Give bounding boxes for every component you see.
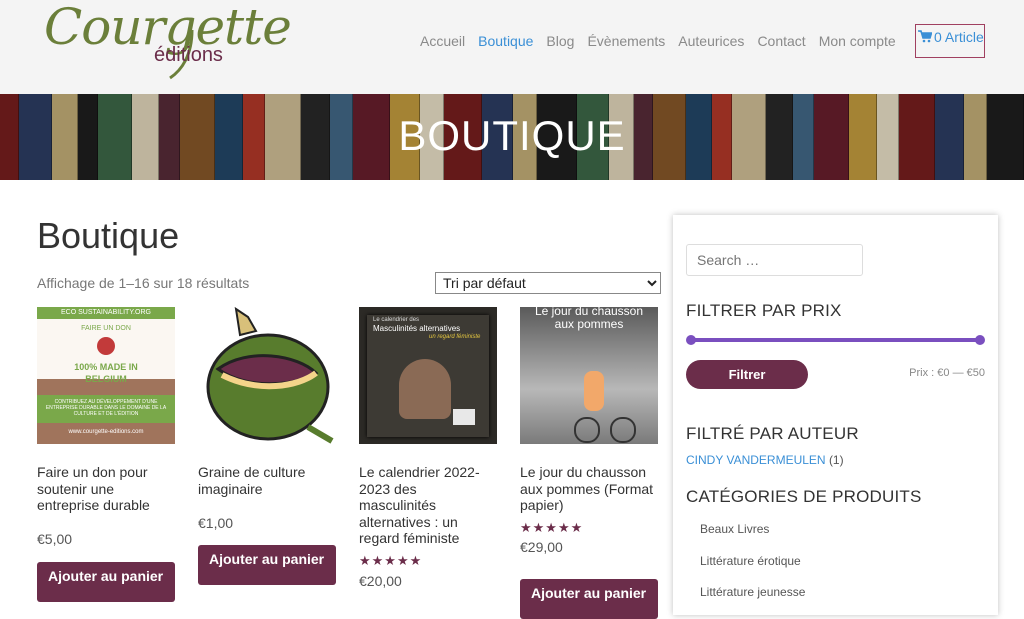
shop-sidebar: FILTRER PAR PRIX Filtrer Prix : €0 — €50… [673, 215, 998, 615]
image-made-text: 100% MADE IN BELGIUM [74, 362, 138, 384]
cart-label: 0 Article [934, 29, 984, 45]
product-price: €5,00 [37, 530, 73, 547]
product-image[interactable] [198, 307, 336, 444]
nav-item-evenements[interactable]: Évènements [587, 33, 665, 53]
banner-title: BOUTIQUE [398, 112, 626, 159]
product-image[interactable]: Le calendrier des Masculinités alternati… [359, 307, 497, 444]
price-range-slider[interactable] [686, 335, 985, 345]
author-count: (1) [828, 453, 844, 467]
search-input[interactable] [686, 244, 863, 276]
product-card: Le calendrier des Masculinités alternati… [359, 307, 497, 589]
rating-stars: ★★★★★ [520, 519, 584, 535]
logo-subtext: éditions [154, 44, 223, 66]
categories-title: CATÉGORIES DE PRODUITS [686, 487, 922, 506]
courgette-seed-illustration [206, 307, 334, 444]
nav-item-contact[interactable]: Contact [757, 33, 805, 53]
image-title-text: Masculinités alternatives [373, 324, 461, 333]
image-sub-text: un regard féministe [429, 334, 481, 340]
nav-item-mon-compte[interactable]: Mon compte [819, 33, 896, 53]
price-filter-title: FILTRER PAR PRIX [686, 301, 842, 320]
nav-item-blog[interactable]: Blog [546, 33, 574, 53]
shopping-cart-icon [918, 30, 932, 43]
product-price: €20,00 [359, 572, 402, 589]
price-range-bar [690, 338, 981, 342]
nav-item-boutique[interactable]: Boutique [478, 33, 533, 53]
product-price: €29,00 [520, 538, 563, 555]
author-filter-title: FILTRÉ PAR AUTEUR [686, 424, 859, 443]
main-nav: Accueil Boutique Blog Évènements Auteuri… [420, 33, 909, 53]
cart-link[interactable]: 0 Article [915, 24, 985, 58]
add-to-cart-button[interactable]: Ajouter au panier [520, 579, 658, 619]
category-item[interactable]: Beaux Livres [700, 522, 769, 536]
category-item[interactable]: Littérature jeunesse [700, 585, 805, 599]
product-card: Graine de culture imaginaire €1,00 Ajout… [198, 307, 336, 585]
image-org-text: ECO SUSTAINABILITY.ORG [37, 307, 175, 319]
rating-stars: ★★★★★ [359, 552, 423, 568]
filter-button[interactable]: Filtrer [686, 360, 808, 389]
price-slider-max-handle[interactable] [975, 335, 985, 345]
page-title: Boutique [37, 215, 180, 256]
price-range-label: Prix : €0 — €50 [909, 367, 985, 379]
image-don-text: FAIRE UN DON [81, 325, 131, 332]
site-header: Courgette éditions Accueil Boutique Blog… [0, 0, 1024, 94]
product-name[interactable]: Le jour du chausson aux pommes (Format p… [520, 464, 658, 514]
product-card: ECO SUSTAINABILITY.ORG FAIRE UN DON 100%… [37, 307, 175, 602]
image-desc-text: CONTRIBUEZ AU DÉVELOPPEMENT D'UNE ENTREP… [45, 399, 167, 417]
result-count: Affichage de 1–16 sur 18 résultats [37, 275, 250, 291]
price-slider-min-handle[interactable] [686, 335, 696, 345]
product-image[interactable]: ECO SUSTAINABILITY.ORG FAIRE UN DON 100%… [37, 307, 175, 444]
author-name[interactable]: CINDY VANDERMEULEN [686, 453, 826, 467]
image-title-text: Le jour du chausson aux pommes [534, 307, 644, 331]
image-url-text: www.courgette-editions.com [68, 429, 144, 435]
add-to-cart-button[interactable]: Ajouter au panier [37, 562, 175, 602]
author-filter-item[interactable]: CINDY VANDERMEULEN (1) [686, 453, 844, 467]
category-item[interactable]: Littérature érotique [700, 554, 801, 568]
add-to-cart-button[interactable]: Ajouter au panier [198, 545, 336, 585]
image-top-text: Le calendrier des [373, 317, 420, 323]
sort-select[interactable]: Tri par défaut [435, 272, 661, 294]
nav-item-accueil[interactable]: Accueil [420, 33, 465, 53]
product-name[interactable]: Faire un don pour soutenir une entrepris… [37, 464, 175, 514]
page-banner: BOUTIQUE [0, 94, 1024, 180]
product-card: Le jour du chausson aux pommes Le jour d… [520, 307, 658, 619]
product-price: €1,00 [198, 515, 234, 531]
site-logo[interactable]: Courgette éditions [42, 0, 292, 84]
product-name[interactable]: Graine de culture imaginaire [198, 464, 336, 497]
product-image[interactable]: Le jour du chausson aux pommes [520, 307, 658, 444]
nav-item-auteurices[interactable]: Auteurices [678, 33, 744, 53]
product-name[interactable]: Le calendrier 2022-2023 des masculinités… [359, 464, 497, 547]
